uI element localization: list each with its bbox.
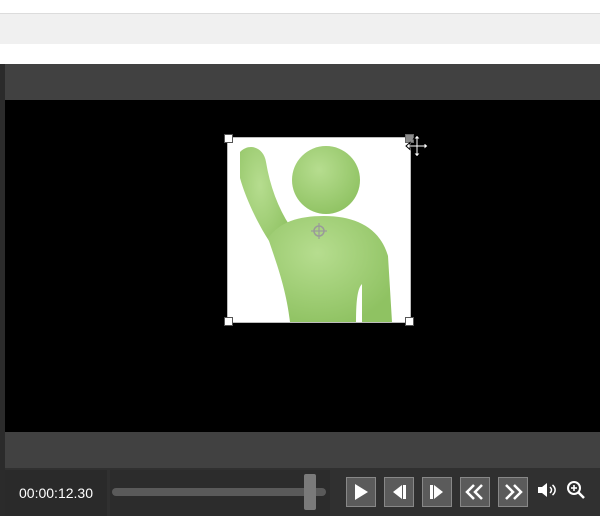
toolbar-gap — [0, 44, 600, 64]
step-back-button[interactable] — [384, 477, 414, 507]
step-back-icon — [390, 483, 408, 501]
play-button[interactable] — [346, 477, 376, 507]
volume-button[interactable] — [535, 480, 559, 504]
fast-forward-icon — [503, 483, 523, 501]
app-toolbar — [0, 13, 600, 44]
fast-forward-button[interactable] — [498, 477, 528, 507]
resize-handle-bottom-right[interactable] — [405, 317, 414, 326]
scrubber-thumb[interactable] — [303, 474, 316, 510]
canvas-top-margin — [5, 64, 600, 100]
resize-handle-top-left[interactable] — [224, 134, 233, 143]
canvas-bottom-margin — [5, 432, 600, 468]
rewind-button[interactable] — [460, 477, 490, 507]
play-icon — [353, 483, 369, 501]
window-top-strip — [0, 0, 600, 13]
center-anchor-icon[interactable] — [310, 222, 328, 240]
scrubber-track[interactable] — [112, 488, 326, 496]
step-forward-icon — [428, 483, 446, 501]
zoom-in-icon — [566, 480, 586, 505]
timecode-display: 00:00:12.30 — [5, 470, 107, 516]
volume-icon — [537, 482, 557, 503]
step-forward-button[interactable] — [422, 477, 452, 507]
resize-handle-bottom-left[interactable] — [224, 317, 233, 326]
zoom-button[interactable] — [564, 480, 588, 504]
move-cursor-icon — [405, 134, 429, 158]
rewind-icon — [465, 483, 485, 501]
